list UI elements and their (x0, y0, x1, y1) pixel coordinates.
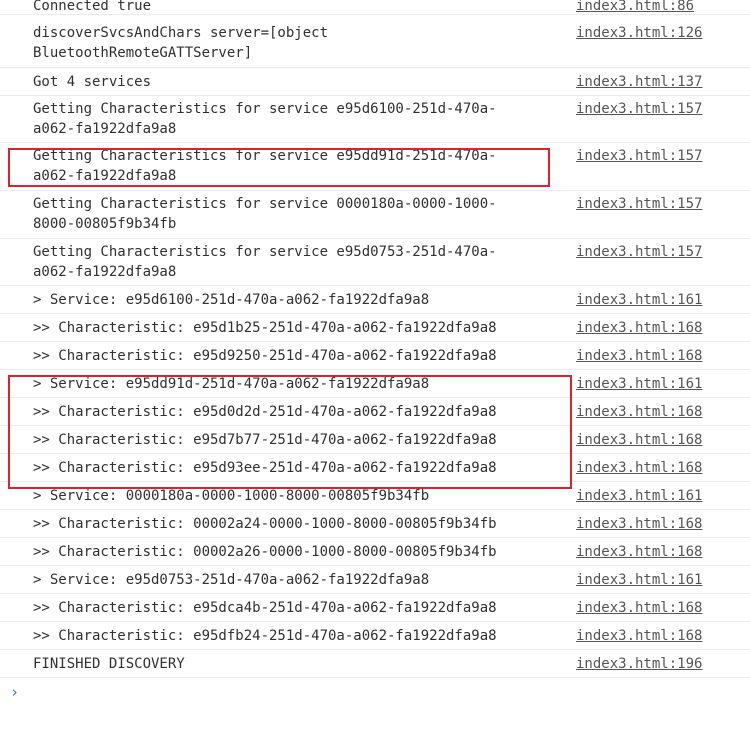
console-message: Got 4 services index3.html:137 (0, 68, 750, 96)
console-source-link[interactable]: index3.html:168 (576, 598, 702, 618)
console-input[interactable] (28, 684, 728, 702)
console-source-link[interactable]: index3.html:161 (576, 570, 702, 590)
console-message: > Service: e95d6100-251d-470a-a062-fa192… (0, 286, 750, 314)
console-source-link[interactable]: index3.html:196 (576, 654, 702, 674)
console-source-link[interactable]: index3.html:137 (576, 72, 702, 92)
console-message: >> Characteristic: e95d1b25-251d-470a-a0… (0, 314, 750, 342)
console-message-text: > Service: e95dd91d-251d-470a-a062-fa192… (33, 376, 430, 392)
console-message: > Service: 0000180a-0000-1000-8000-00805… (0, 482, 750, 510)
console-message-text: > Service: e95d6100-251d-470a-a062-fa192… (33, 292, 430, 308)
console-prompt-icon: › (10, 683, 20, 701)
console-message: discoverSvcsAndChars server=[object Blue… (0, 15, 750, 68)
console-message-text: >> Characteristic: e95dca4b-251d-470a-a0… (33, 600, 497, 616)
console-message: >> Characteristic: e95d0d2d-251d-470a-a0… (0, 398, 750, 426)
console-message: Getting Characteristics for service 0000… (0, 191, 750, 239)
console-message-text: >> Characteristic: 00002a24-0000-1000-80… (33, 516, 497, 532)
console-source-link[interactable]: index3.html:86 (576, 0, 694, 16)
console-source-link[interactable]: index3.html:161 (576, 290, 702, 310)
console-message-text: Getting Characteristics for service e95d… (33, 101, 497, 137)
console-message-text: Getting Characteristics for service 0000… (33, 196, 497, 232)
console-source-link[interactable]: index3.html:157 (576, 242, 702, 262)
console-source-link[interactable]: index3.html:168 (576, 346, 702, 366)
console-message: > Service: e95d0753-251d-470a-a062-fa192… (0, 566, 750, 594)
console-message-text: >> Characteristic: e95d93ee-251d-470a-a0… (33, 460, 497, 476)
console-message-text: >> Characteristic: e95dfb24-251d-470a-a0… (33, 628, 497, 644)
console-source-link[interactable]: index3.html:168 (576, 430, 702, 450)
console-message: >> Characteristic: e95d7b77-251d-470a-a0… (0, 426, 750, 454)
console-message: Connected true index3.html:86 (0, 0, 750, 15)
console-source-link[interactable]: index3.html:168 (576, 514, 702, 534)
console-message-text: Got 4 services (33, 74, 152, 90)
console-panel: Connected true index3.html:86 discoverSv… (0, 0, 750, 678)
console-message: Getting Characteristics for service e95d… (0, 239, 750, 286)
console-message-text: >> Characteristic: e95d7b77-251d-470a-a0… (33, 432, 497, 448)
console-source-link[interactable]: index3.html:168 (576, 626, 702, 646)
console-message-text: >> Characteristic: e95d0d2d-251d-470a-a0… (33, 404, 497, 420)
console-message: >> Characteristic: e95dfb24-251d-470a-a0… (0, 622, 750, 650)
console-message-text: FINISHED DISCOVERY (33, 656, 185, 672)
console-message: >> Characteristic: 00002a24-0000-1000-80… (0, 510, 750, 538)
console-source-link[interactable]: index3.html:157 (576, 194, 702, 214)
console-source-link[interactable]: index3.html:168 (576, 542, 702, 562)
console-source-link[interactable]: index3.html:168 (576, 402, 702, 422)
console-message: FINISHED DISCOVERY index3.html:196 (0, 650, 750, 678)
console-message: Getting Characteristics for service e95d… (0, 143, 750, 191)
console-message: >> Characteristic: e95d93ee-251d-470a-a0… (0, 454, 750, 482)
console-message-text: >> Characteristic: 00002a26-0000-1000-80… (33, 544, 497, 560)
console-message: >> Characteristic: e95d9250-251d-470a-a0… (0, 342, 750, 370)
console-source-link[interactable]: index3.html:126 (576, 23, 702, 43)
console-message: > Service: e95dd91d-251d-470a-a062-fa192… (0, 370, 750, 398)
console-source-link[interactable]: index3.html:161 (576, 374, 702, 394)
console-source-link[interactable]: index3.html:168 (576, 458, 702, 478)
console-message-text: > Service: e95d0753-251d-470a-a062-fa192… (33, 572, 430, 588)
console-message-text: Getting Characteristics for service e95d… (33, 148, 497, 184)
console-message-text: discoverSvcsAndChars server=[object Blue… (33, 25, 329, 61)
console-source-link[interactable]: index3.html:157 (576, 146, 702, 166)
console-message-text: > Service: 0000180a-0000-1000-8000-00805… (33, 488, 430, 504)
console-message: >> Characteristic: e95dca4b-251d-470a-a0… (0, 594, 750, 622)
console-message-text: >> Characteristic: e95d1b25-251d-470a-a0… (33, 320, 497, 336)
console-message-text: >> Characteristic: e95d9250-251d-470a-a0… (33, 348, 497, 364)
console-message-text: Getting Characteristics for service e95d… (33, 244, 497, 280)
console-message-text: Connected true (33, 0, 152, 14)
console-source-link[interactable]: index3.html:168 (576, 318, 702, 338)
console-source-link[interactable]: index3.html:161 (576, 486, 702, 506)
console-message: >> Characteristic: 00002a26-0000-1000-80… (0, 538, 750, 566)
console-message: Getting Characteristics for service e95d… (0, 96, 750, 143)
console-source-link[interactable]: index3.html:157 (576, 99, 702, 119)
